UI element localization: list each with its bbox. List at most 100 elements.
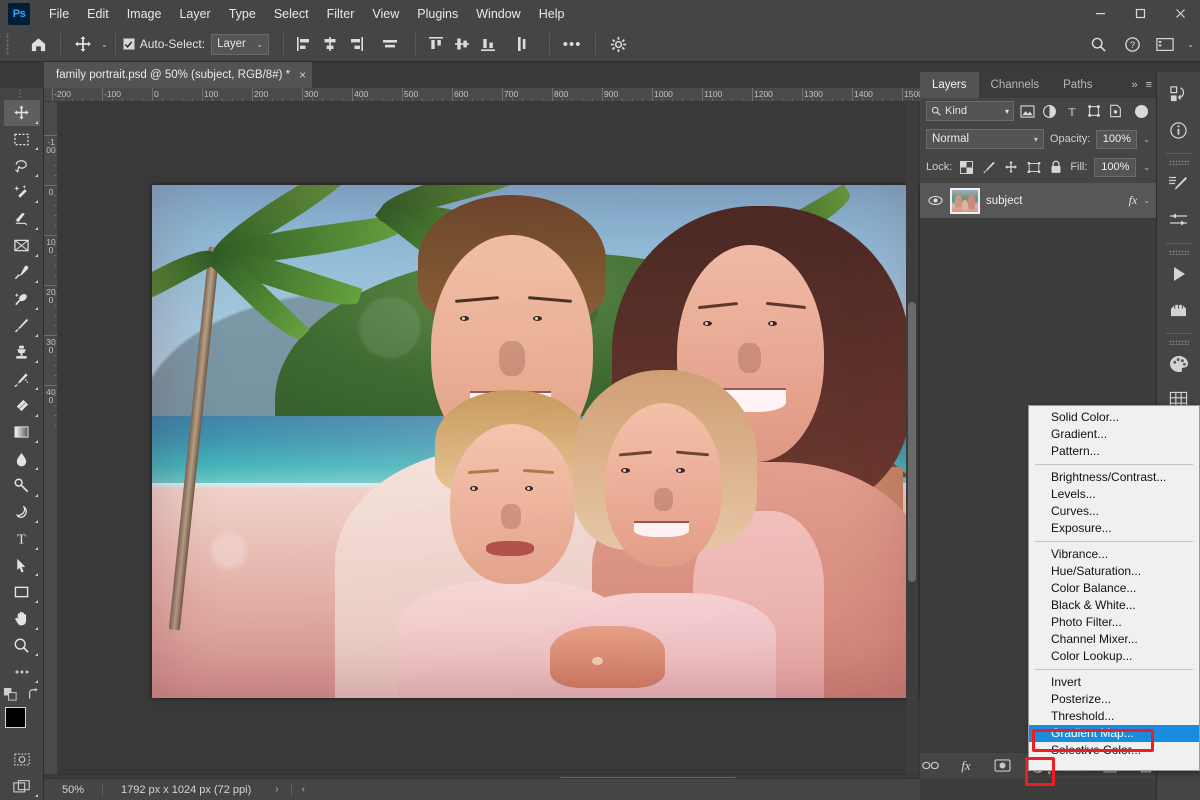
menu-black-and-white[interactable]: Black & White... xyxy=(1029,597,1199,614)
rail-actions-icon[interactable] xyxy=(1163,258,1195,290)
tab-channels[interactable]: Channels xyxy=(978,72,1052,98)
add-layer-mask-button[interactable] xyxy=(992,756,1012,776)
menu-posterize[interactable]: Posterize... xyxy=(1029,691,1199,708)
lock-transparent-pixels-button[interactable] xyxy=(959,159,974,175)
rail-group-grip[interactable] xyxy=(1168,160,1189,165)
layer-fx-icon[interactable]: fx xyxy=(1129,193,1138,208)
menu-help[interactable]: Help xyxy=(530,3,574,25)
home-button[interactable] xyxy=(23,31,53,57)
close-icon[interactable]: × xyxy=(299,69,306,81)
align-vertical-centers-button[interactable] xyxy=(449,31,475,57)
vertical-scrollbar-thumb[interactable] xyxy=(908,302,916,582)
lock-image-pixels-button[interactable] xyxy=(982,159,997,175)
menu-exposure[interactable]: Exposure... xyxy=(1029,520,1199,537)
dodge-tool[interactable] xyxy=(4,473,40,499)
filter-smart-objects-icon[interactable] xyxy=(1107,103,1124,120)
align-horizontal-centers-button[interactable] xyxy=(317,31,343,57)
opacity-chevron-icon[interactable]: ⌄ xyxy=(1143,135,1150,144)
menu-file[interactable]: File xyxy=(40,3,78,25)
fill-chevron-icon[interactable]: ⌄ xyxy=(1143,163,1150,172)
clone-stamp-tool[interactable] xyxy=(4,340,40,366)
quick-mask-button[interactable] xyxy=(4,747,40,773)
rail-color-icon[interactable] xyxy=(1163,348,1195,380)
spot-healing-brush-tool[interactable] xyxy=(4,286,40,312)
layer-style-button[interactable]: fx xyxy=(956,756,976,776)
tab-layers[interactable]: Layers xyxy=(920,72,979,98)
menu-solid-color[interactable]: Solid Color... xyxy=(1029,409,1199,426)
new-adjustment-layer-menu[interactable]: Solid Color... Gradient... Pattern... Brigh… xyxy=(1028,405,1200,771)
blend-mode-dropdown[interactable]: Normal ▾ xyxy=(926,129,1044,149)
lock-all-button[interactable] xyxy=(1048,159,1063,175)
menu-filter[interactable]: Filter xyxy=(318,3,364,25)
menu-invert[interactable]: Invert xyxy=(1029,674,1199,691)
menu-view[interactable]: View xyxy=(363,3,408,25)
tab-paths[interactable]: Paths xyxy=(1051,72,1105,98)
move-tool[interactable] xyxy=(3,99,40,126)
menu-photo-filter[interactable]: Photo Filter... xyxy=(1029,614,1199,631)
status-expand-icon[interactable]: › xyxy=(275,784,278,795)
workspace-icon[interactable] xyxy=(1152,32,1178,58)
eye-icon[interactable] xyxy=(926,195,944,206)
menu-hue-saturation[interactable]: Hue/Saturation... xyxy=(1029,563,1199,580)
menu-gradient-map[interactable]: Gradient Map... xyxy=(1029,725,1199,742)
help-icon[interactable]: ? xyxy=(1118,32,1146,58)
gradient-tool[interactable] xyxy=(4,420,40,446)
document-tab[interactable]: family portrait.psd @ 50% (subject, RGB/… xyxy=(44,62,313,88)
swap-colors-icon[interactable] xyxy=(27,687,41,707)
rail-libraries-icon[interactable] xyxy=(1163,78,1195,110)
menu-select[interactable]: Select xyxy=(265,3,318,25)
menu-color-lookup[interactable]: Color Lookup... xyxy=(1029,648,1199,665)
options-bar-grip[interactable] xyxy=(3,33,13,55)
align-top-edges-button[interactable] xyxy=(423,31,449,57)
eraser-tool[interactable] xyxy=(4,393,40,419)
align-right-edges-button[interactable] xyxy=(343,31,369,57)
menu-plugins[interactable]: Plugins xyxy=(408,3,467,25)
menu-layer[interactable]: Layer xyxy=(170,3,219,25)
panel-overflow-icon[interactable]: » xyxy=(1131,79,1137,91)
crop-tool[interactable] xyxy=(4,206,40,232)
default-colors-icon[interactable] xyxy=(3,687,18,707)
menu-channel-mixer[interactable]: Channel Mixer... xyxy=(1029,631,1199,648)
lock-position-button[interactable] xyxy=(1004,159,1019,175)
pen-tool[interactable] xyxy=(4,500,40,526)
more-options-button[interactable]: ••• xyxy=(557,31,587,57)
canvas-area[interactable] xyxy=(58,102,920,774)
menu-gradient[interactable]: Gradient... xyxy=(1029,426,1199,443)
move-tool-chevron-icon[interactable]: ⌄ xyxy=(101,40,108,49)
object-selection-tool[interactable] xyxy=(4,180,40,206)
panel-menu-icon[interactable]: ≡ xyxy=(1146,79,1152,91)
lasso-tool[interactable] xyxy=(4,153,40,179)
zoom-tool[interactable] xyxy=(4,633,40,659)
filter-adjustment-layers-icon[interactable] xyxy=(1041,103,1058,120)
table-row[interactable]: subject fx ⌄ xyxy=(920,183,1156,219)
opacity-input[interactable]: 100% xyxy=(1096,129,1138,149)
blur-tool[interactable] xyxy=(4,446,40,472)
workspace-chevron-icon[interactable]: ⌄ xyxy=(1187,40,1194,49)
menu-vibrance[interactable]: Vibrance... xyxy=(1029,546,1199,563)
filter-type-layers-icon[interactable]: T xyxy=(1063,103,1080,120)
screen-mode-button[interactable] xyxy=(4,773,40,799)
rectangular-marquee-tool[interactable] xyxy=(4,127,40,153)
gear-icon[interactable] xyxy=(603,31,633,57)
distribute-horizontally-button[interactable] xyxy=(377,31,403,57)
path-selection-tool[interactable] xyxy=(4,553,40,579)
rail-group-grip[interactable] xyxy=(1168,340,1189,345)
type-tool[interactable]: T xyxy=(4,526,40,552)
frame-tool[interactable] xyxy=(4,233,40,259)
auto-select-checkbox-box[interactable] xyxy=(122,38,135,50)
color-swatches[interactable] xyxy=(4,707,39,739)
search-icon[interactable] xyxy=(1084,32,1112,58)
close-button[interactable] xyxy=(1160,0,1200,27)
filter-pixel-layers-icon[interactable] xyxy=(1019,103,1036,120)
auto-select-scope-dropdown[interactable]: Layer ⌄ xyxy=(211,33,270,55)
status-collapse-icon[interactable]: ‹ xyxy=(302,784,305,795)
menu-brightness-contrast[interactable]: Brightness/Contrast... xyxy=(1029,469,1199,486)
layer-thumbnail[interactable] xyxy=(950,187,980,214)
hand-tool[interactable] xyxy=(4,606,40,632)
brush-tool[interactable] xyxy=(4,313,40,339)
tools-panel-grip[interactable] xyxy=(14,90,29,97)
eyedropper-tool[interactable] xyxy=(4,260,40,286)
lock-artboard-nesting-button[interactable] xyxy=(1026,159,1041,175)
menu-levels[interactable]: Levels... xyxy=(1029,486,1199,503)
auto-select-checkbox[interactable]: Auto-Select: xyxy=(122,37,205,51)
